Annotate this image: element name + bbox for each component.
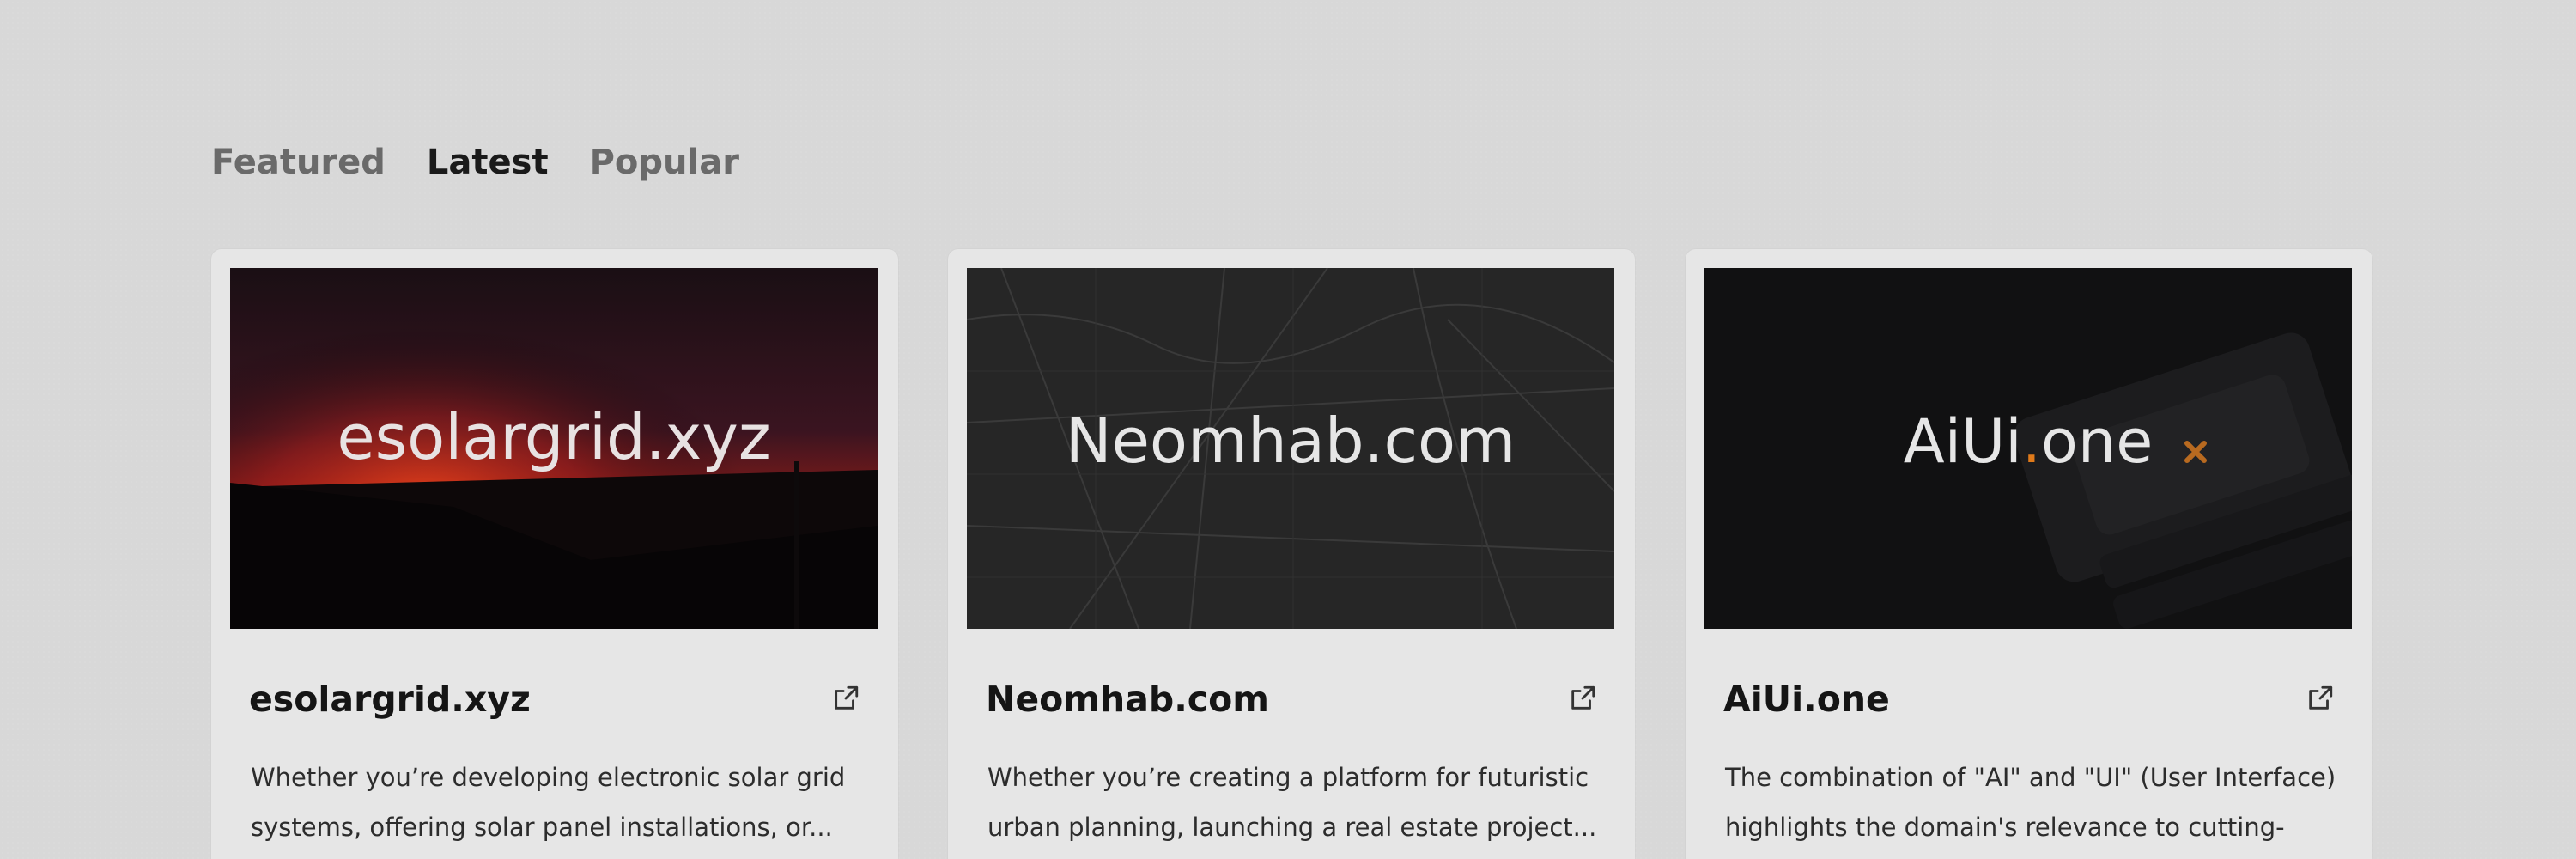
- solar-sunset-image: esolargrid.xyz: [230, 268, 878, 629]
- card-title[interactable]: AiUi.one: [1723, 679, 1890, 720]
- device-image: AiUi.one: [1704, 268, 2352, 629]
- description-line: systems, offering solar panel installati…: [251, 813, 833, 842]
- tab-bar: Featured Latest Popular: [211, 143, 739, 182]
- external-link-icon[interactable]: [831, 684, 860, 713]
- card-description: The combination of "AI" and "UI" (User I…: [1725, 752, 2336, 859]
- domain-card-esolargrid[interactable]: esolargrid.xyz esolargrid.xyz Whether yo…: [211, 249, 898, 859]
- card-thumbnail[interactable]: esolargrid.xyz: [230, 268, 878, 629]
- thumbnail-title: AiUi.one: [1904, 406, 2154, 477]
- card-title[interactable]: Neomhab.com: [986, 679, 1269, 720]
- description-line: highlights the domain's relevance to cut…: [1725, 813, 2285, 842]
- description-line: urban planning, launching a real estate …: [987, 813, 1597, 842]
- domain-card-aiui[interactable]: AiUi.one AiUi.one The combination of "AI…: [1686, 249, 2372, 859]
- card-description: Whether you’re creating a platform for f…: [987, 752, 1599, 852]
- card-title[interactable]: esolargrid.xyz: [249, 679, 531, 720]
- description-line: Whether you’re developing electronic sol…: [251, 763, 846, 792]
- card-thumbnail[interactable]: Neomhab.com: [967, 268, 1614, 629]
- card-description: Whether you’re developing electronic sol…: [251, 752, 862, 852]
- description-line: The combination of "AI" and "UI" (User I…: [1725, 763, 2336, 792]
- thumbnail-title: esolargrid.xyz: [337, 401, 770, 473]
- tab-popular[interactable]: Popular: [590, 143, 739, 182]
- thumbnail-title: Neomhab.com: [1066, 405, 1516, 477]
- description-line: Whether you’re creating a platform for f…: [987, 763, 1589, 792]
- tab-featured[interactable]: Featured: [211, 143, 386, 182]
- tab-latest[interactable]: Latest: [427, 143, 549, 182]
- external-link-icon[interactable]: [1568, 684, 1597, 713]
- domain-card-neomhab[interactable]: Neomhab.com Neomhab.com Whether you’re c…: [948, 249, 1635, 859]
- card-thumbnail[interactable]: AiUi.one: [1704, 268, 2352, 629]
- city-map-image: Neomhab.com: [967, 268, 1614, 629]
- external-link-icon[interactable]: [2306, 684, 2335, 713]
